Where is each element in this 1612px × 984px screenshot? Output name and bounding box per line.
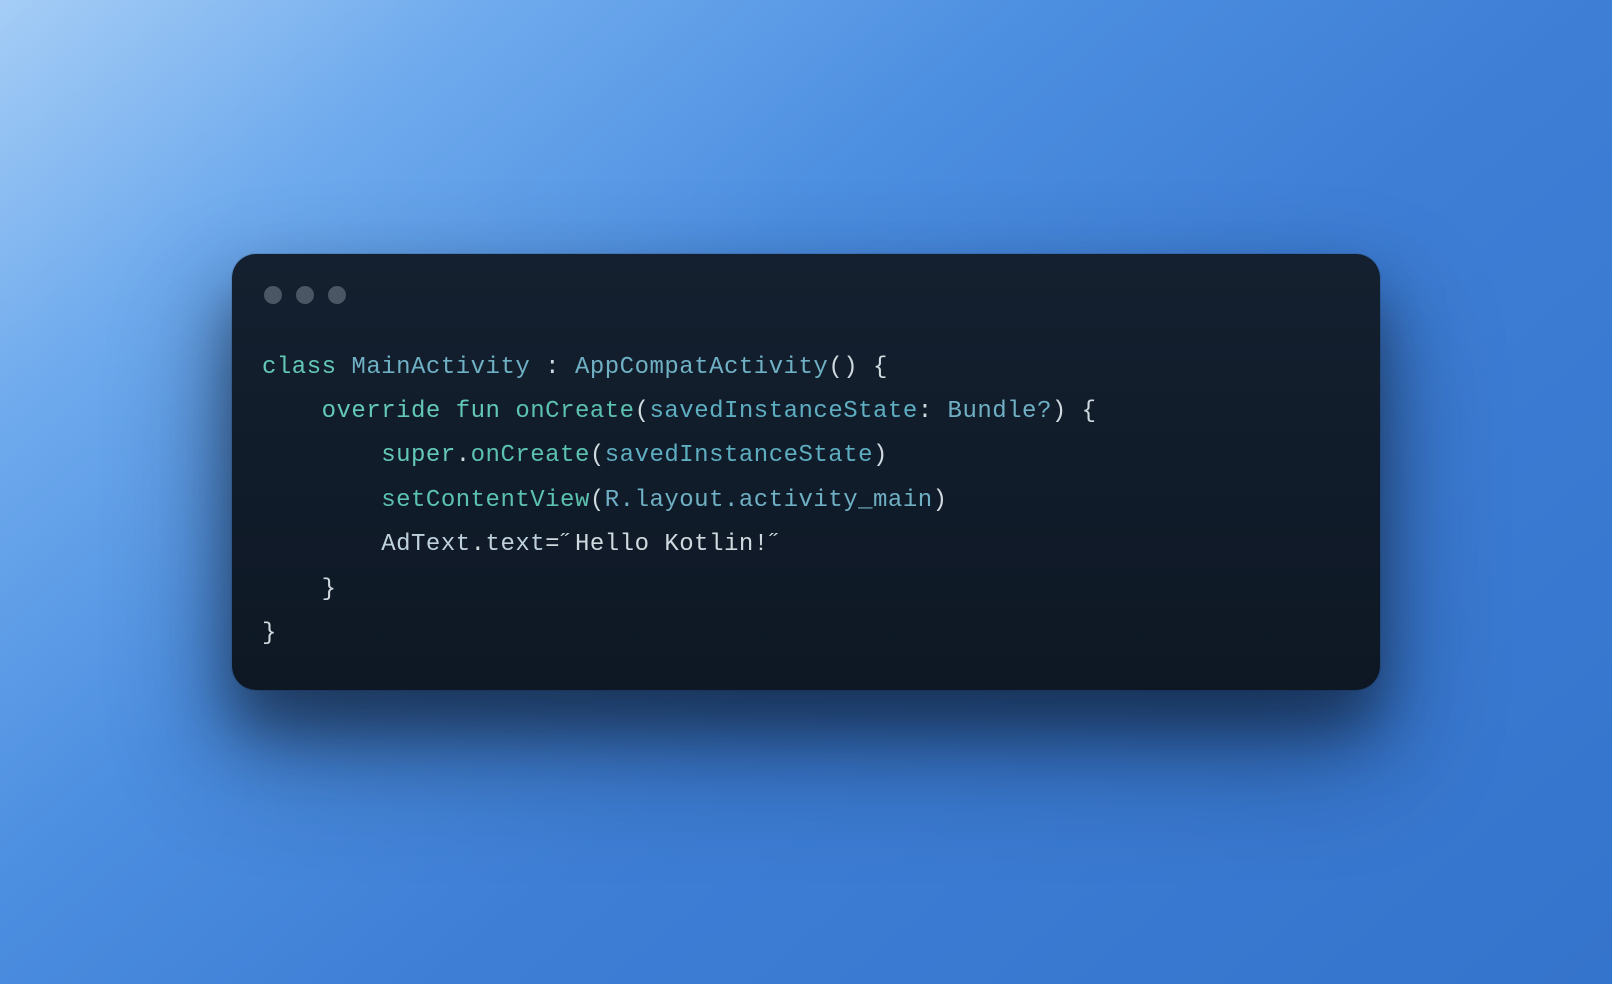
brace-close-outer: } [262,620,277,647]
brace-close-inner: } [322,576,337,603]
fn-setcontentview: setContentView [381,487,590,514]
paren-close: ) [1052,398,1067,425]
string-literal: ˝Hello Kotlin!˝ [560,531,784,558]
traffic-light-minimize[interactable] [296,286,314,304]
colon: : [530,354,575,381]
code-window: class MainActivity : AppCompatActivity()… [232,254,1380,691]
brace-open: { [858,354,888,381]
window-titlebar [262,280,1350,312]
arg-sis: savedInstanceState [605,442,873,469]
paren-open-3: ( [590,487,605,514]
parens-empty: () [828,354,858,381]
keyword-fun: fun [456,398,501,425]
brace-open-inner: { [1067,398,1097,425]
prop-text: text [486,531,546,558]
equals: = [545,531,560,558]
traffic-light-zoom[interactable] [328,286,346,304]
call-oncreate: onCreate [471,442,590,469]
ident-adtext: AdText [381,531,470,558]
keyword-class: class [262,354,337,381]
paren-open: ( [635,398,650,425]
code-block: class MainActivity : AppCompatActivity()… [262,346,1350,657]
fn-oncreate: onCreate [515,398,634,425]
dot-2: . [471,531,486,558]
paren-open-2: ( [590,442,605,469]
traffic-light-close[interactable] [264,286,282,304]
class-name: MainActivity [351,354,530,381]
dot: . [456,442,471,469]
keyword-override: override [322,398,441,425]
paren-close-2: ) [873,442,888,469]
param-name: savedInstanceState [649,398,917,425]
keyword-super: super [381,442,456,469]
param-type: Bundle? [948,398,1052,425]
param-colon: : [918,398,948,425]
paren-close-3: ) [933,487,948,514]
r-path: R.layout.activity_main [605,487,933,514]
super-type: AppCompatActivity [575,354,828,381]
